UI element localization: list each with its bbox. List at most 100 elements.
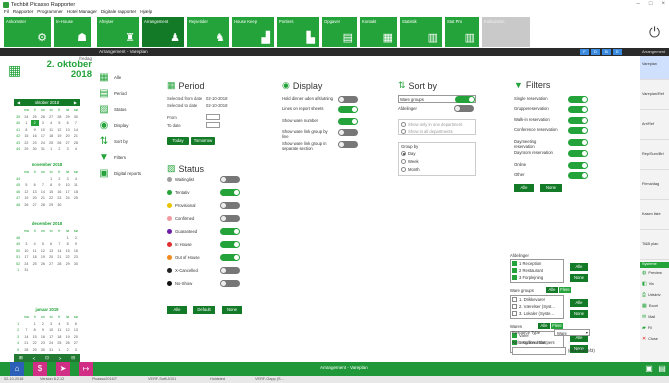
print-button[interactable]: ⎙ Udskriv xyxy=(642,292,661,298)
filter-option-toggle[interactable] xyxy=(568,106,588,113)
calendar-day[interactable]: 14 xyxy=(72,127,80,133)
calendar-day[interactable]: 25 xyxy=(47,140,55,146)
calendar-day[interactable]: 26 xyxy=(55,140,63,146)
calendar-day[interactable]: 13 xyxy=(72,327,80,333)
radio-all-departments[interactable] xyxy=(401,129,406,134)
calendar-day[interactable]: 26 xyxy=(64,340,72,346)
sort-ware-groups-toggle[interactable] xyxy=(455,96,475,103)
calendar-day[interactable]: 9 xyxy=(55,182,63,188)
calendar-day[interactable]: 29 xyxy=(64,261,72,267)
calendar-day[interactable]: 4 xyxy=(55,321,63,327)
filter-option-toggle[interactable] xyxy=(568,96,588,103)
reference-input[interactable] xyxy=(512,347,566,355)
status-toggle[interactable] xyxy=(220,267,240,274)
calendar-day[interactable]: 28 xyxy=(72,140,80,146)
month-grid[interactable]: ma ti on to fr lø sø 39 24 25 26 27 28 29 30 40 1 2 3 4 5 6 7 4… xyxy=(14,107,80,152)
calendar-day[interactable]: 28 xyxy=(55,114,63,120)
display-option-toggle[interactable] xyxy=(338,96,358,103)
calendar-day[interactable]: 25 xyxy=(55,340,63,346)
calendar-day[interactable]: 31 xyxy=(22,267,30,273)
calendar-day[interactable]: 10 xyxy=(22,248,30,254)
calendar-day[interactable]: 20 xyxy=(47,254,55,260)
calendar-day[interactable]: 18 xyxy=(55,334,63,340)
calendar-day[interactable]: 27 xyxy=(47,114,55,120)
display-option-toggle[interactable] xyxy=(338,141,358,148)
calendar-day[interactable]: 25 xyxy=(31,114,39,120)
calendar-day[interactable]: 19 xyxy=(64,334,72,340)
status-all-button[interactable]: Alle xyxy=(167,306,187,314)
calendar-day[interactable]: 6 xyxy=(72,321,80,327)
menu-rapporter[interactable]: Rapporter xyxy=(13,9,33,16)
calendar-day[interactable]: 4 xyxy=(31,241,39,247)
filters-all-button[interactable]: Alle xyxy=(514,184,534,192)
calendar-day[interactable]: 23 xyxy=(31,140,39,146)
calendar-day[interactable]: 12 xyxy=(55,127,63,133)
calendar-day[interactable]: 22 xyxy=(64,254,72,260)
display-option-toggle[interactable] xyxy=(338,118,358,125)
menu-help[interactable]: Hjælp xyxy=(140,9,152,16)
ribbon-ankomster[interactable]: Ankomster ⚙ xyxy=(3,16,52,48)
calendar-day[interactable]: 14 xyxy=(39,189,47,195)
calendar-day[interactable]: 26 xyxy=(39,114,47,120)
calendar-day[interactable]: 5 xyxy=(39,241,47,247)
filter-option-toggle[interactable] xyxy=(568,150,588,157)
calendar-day[interactable]: 21 xyxy=(55,254,63,260)
calendar-day[interactable]: 20 xyxy=(64,133,72,139)
calendar-day[interactable]: 5 xyxy=(64,321,72,327)
nav-display[interactable]: ◉ Display xyxy=(97,118,129,132)
display-option-toggle[interactable] xyxy=(338,129,358,136)
calendar-day[interactable]: 24 xyxy=(22,261,30,267)
ribbon-afrejser[interactable]: Afrejser ♜ xyxy=(96,16,140,48)
calendar-day[interactable]: 1 xyxy=(55,347,63,353)
calendar-day[interactable]: 26 xyxy=(39,261,47,267)
calendar-day[interactable]: 1 xyxy=(47,146,55,152)
afdelinger-none-button[interactable]: None xyxy=(570,274,588,282)
ribbon-portiers[interactable]: Portiers ▙ xyxy=(276,16,320,48)
nav-filters[interactable]: ▼ Filters xyxy=(97,150,126,164)
calendar-day[interactable]: 15 xyxy=(31,334,39,340)
report-firma-dag[interactable]: Firma/dag xyxy=(640,176,669,200)
calendar-day[interactable]: 7 xyxy=(55,241,63,247)
view-button[interactable]: ◧ Vis xyxy=(642,281,654,287)
ribbon-rejsetider[interactable]: Rejsetider ♞ xyxy=(186,16,230,48)
to-date-input[interactable] xyxy=(206,122,220,128)
ware-group-checkbox[interactable] xyxy=(512,311,517,316)
calendar-day[interactable]: 10 xyxy=(64,182,72,188)
expand-icon[interactable]: ⊞ xyxy=(19,355,23,361)
report-rep-sum[interactable]: Rep/Sum/Brt xyxy=(640,146,669,170)
calendar-day[interactable]: 28 xyxy=(39,202,47,208)
afdeling-checkbox[interactable] xyxy=(512,275,517,280)
calendar-day[interactable]: 25 xyxy=(31,261,39,267)
mail-button[interactable]: ✉ Mail xyxy=(642,314,655,320)
display-option-toggle[interactable] xyxy=(338,106,358,113)
calendar-day[interactable]: 31 xyxy=(39,146,47,152)
helper-button-e[interactable]: E xyxy=(613,49,622,55)
ware-groups-all-button[interactable]: Alle xyxy=(570,299,588,307)
calendar-day[interactable]: 2 xyxy=(64,347,72,353)
report-vareplan[interactable]: Vareplan xyxy=(640,56,669,80)
nav-status[interactable]: ▨ Status xyxy=(97,102,126,116)
collapse-icon[interactable]: ⊟ xyxy=(71,355,75,361)
nav-sort-by[interactable]: ⇅ Sort by xyxy=(97,134,128,148)
calendar-day[interactable]: 20 xyxy=(31,195,39,201)
calendar-day[interactable]: 1 xyxy=(31,321,39,327)
afdeling-checkbox[interactable] xyxy=(512,268,517,273)
ribbon-house-keep[interactable]: House Keep ▟ xyxy=(231,16,275,48)
calendar-day[interactable]: 6 xyxy=(31,182,39,188)
menu-file[interactable]: Fil xyxy=(4,9,9,16)
calendar-day[interactable]: 12 xyxy=(39,248,47,254)
afdeling-checkbox[interactable] xyxy=(512,261,517,266)
menu-digitale-rapporter[interactable]: Digitale rapporter xyxy=(101,9,136,16)
calendar-day[interactable]: 9 xyxy=(72,241,80,247)
ware-groups-flere-toggle[interactable]: Flere xyxy=(559,287,571,293)
ribbon-kalkulation[interactable]: Kalkulation xyxy=(481,16,531,48)
calendar-day[interactable]: 25 xyxy=(72,195,80,201)
send-icon[interactable]: ➤ xyxy=(56,362,70,376)
afdelinger-list[interactable]: 1 Reception 2 Restaurant 3 Forplejning xyxy=(510,259,564,283)
calendar-day[interactable]: 3 xyxy=(72,347,80,353)
calendar-day[interactable]: 29 xyxy=(22,146,30,152)
calendar-day[interactable]: 7 xyxy=(72,120,80,126)
calendar-day[interactable]: 27 xyxy=(47,261,55,267)
month-grid[interactable]: ma ti on to fr lø sø 1 1 2 3 4 5 6 2 7 8 9 10 11 12 13 3 14 15 16… xyxy=(14,314,80,359)
calendar-day[interactable]: 30 xyxy=(55,202,63,208)
